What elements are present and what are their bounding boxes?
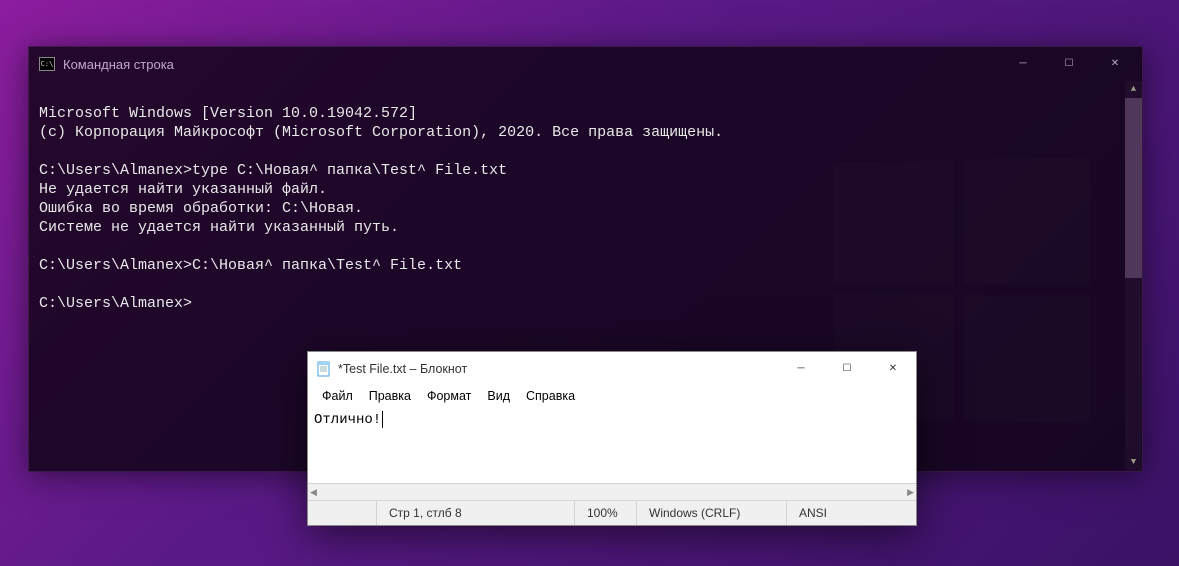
minimize-button[interactable]: ─: [778, 354, 824, 384]
status-lead: [308, 501, 376, 525]
notepad-titlebar[interactable]: *Test File.txt – Блокнот ─ ☐ ✕: [308, 352, 916, 385]
maximize-button[interactable]: ☐: [824, 354, 870, 384]
cmd-title: Командная строка: [63, 57, 174, 72]
menu-format[interactable]: Формат: [419, 387, 479, 405]
notepad-window: *Test File.txt – Блокнот ─ ☐ ✕ Файл Прав…: [307, 351, 917, 526]
cmd-icon: C:\: [39, 57, 55, 71]
cmd-line: Microsoft Windows [Version 10.0.19042.57…: [39, 105, 417, 122]
cmd-line: C:\Users\Almanex>: [39, 295, 192, 312]
close-button[interactable]: ✕: [870, 354, 916, 384]
menu-help[interactable]: Справка: [518, 387, 583, 405]
cmd-titlebar[interactable]: C:\ Командная строка ─ ☐ ✕: [29, 47, 1142, 81]
text-caret: [382, 411, 383, 428]
cmd-line: Системе не удается найти указанный путь.: [39, 219, 399, 236]
close-button[interactable]: ✕: [1092, 47, 1138, 81]
notepad-textarea[interactable]: Отлично!: [308, 409, 916, 483]
cmd-line: (c) Корпорация Майкрософт (Microsoft Cor…: [39, 124, 723, 141]
menu-file[interactable]: Файл: [314, 387, 361, 405]
status-line-ending: Windows (CRLF): [636, 501, 786, 525]
menu-view[interactable]: Вид: [479, 387, 518, 405]
cmd-line: C:\Users\Almanex>C:\Новая^ папка\Test^ F…: [39, 257, 462, 274]
cmd-line: C:\Users\Almanex>type C:\Новая^ папка\Te…: [39, 162, 507, 179]
cmd-line: Не удается найти указанный файл.: [39, 181, 327, 198]
scroll-right-icon[interactable]: ▶: [907, 487, 914, 498]
maximize-button[interactable]: ☐: [1046, 47, 1092, 81]
cmd-line: Ошибка во время обработки: C:\Новая.: [39, 200, 363, 217]
status-encoding: ANSI: [786, 501, 916, 525]
cmd-scrollbar[interactable]: ▲ ▼: [1125, 81, 1142, 471]
notepad-title: *Test File.txt – Блокнот: [338, 362, 467, 376]
status-zoom: 100%: [574, 501, 636, 525]
notepad-statusbar: Стр 1, стлб 8 100% Windows (CRLF) ANSI: [308, 500, 916, 525]
notepad-content: Отлично!: [314, 412, 381, 428]
notepad-menubar: Файл Правка Формат Вид Справка: [308, 385, 916, 409]
scroll-down-icon[interactable]: ▼: [1125, 454, 1142, 471]
scroll-thumb[interactable]: [1125, 98, 1142, 278]
notepad-hscrollbar[interactable]: ◀ ▶: [308, 483, 916, 500]
scroll-left-icon[interactable]: ◀: [310, 487, 317, 498]
notepad-icon: [316, 361, 332, 377]
menu-edit[interactable]: Правка: [361, 387, 419, 405]
scroll-up-icon[interactable]: ▲: [1125, 81, 1142, 98]
status-position: Стр 1, стлб 8: [376, 501, 574, 525]
minimize-button[interactable]: ─: [1000, 47, 1046, 81]
